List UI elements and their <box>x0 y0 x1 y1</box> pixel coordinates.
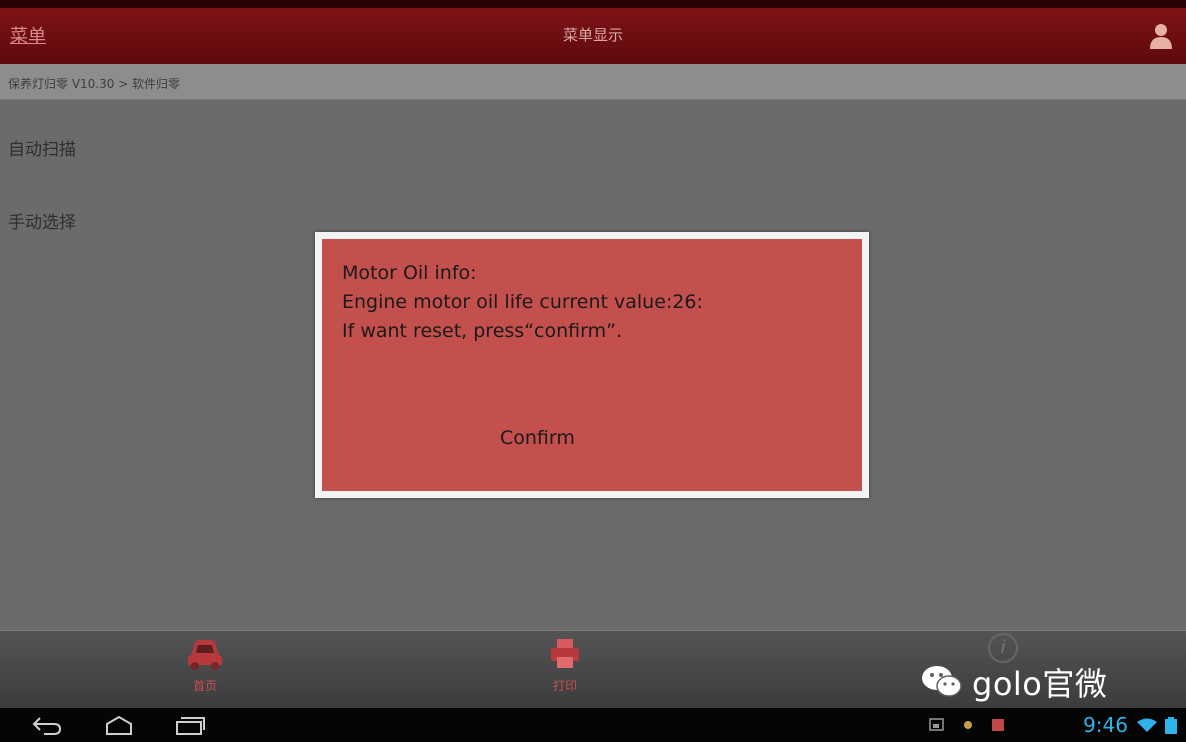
car-icon <box>188 640 222 670</box>
recent-apps-icon <box>176 717 205 735</box>
notification-status-icon <box>990 717 1006 737</box>
wifi-icon <box>1136 717 1158 737</box>
app-screen: 菜单 菜单显示 保养灯归零 V10.30 > 软件归零 自动扫描 手动选择 Mo… <box>0 0 1186 742</box>
menu-item-auto-scan[interactable]: 自动扫描 <box>8 135 76 160</box>
print-button[interactable]: 打印 <box>525 635 605 694</box>
dialog-line-1: Motor Oil info: <box>342 262 477 284</box>
home-icon <box>106 715 132 735</box>
wechat-icon <box>922 666 962 697</box>
system-nav-bar: 9:46 <box>0 708 1186 742</box>
home-nav-button[interactable] <box>103 714 135 740</box>
watermark-text: golo官微 <box>972 665 1108 703</box>
dialog-line-3: If want reset, press“confirm”. <box>342 320 622 342</box>
usb-status-icon <box>960 717 976 737</box>
back-icon <box>32 717 62 735</box>
oil-info-dialog: Motor Oil info: Engine motor oil life cu… <box>315 232 869 498</box>
clock: 9:46 <box>1083 713 1128 737</box>
watermark: golo官微 <box>920 660 1107 704</box>
back-button[interactable] <box>30 714 64 740</box>
breadcrumb: 保养灯归零 V10.30 > 软件归零 <box>0 64 1186 100</box>
app-header: 菜单 菜单显示 <box>0 0 1186 64</box>
screenshot-status-icon <box>928 717 946 737</box>
confirm-button[interactable]: Confirm <box>500 427 575 449</box>
battery-icon <box>1164 717 1178 739</box>
page-title: 菜单显示 <box>562 26 623 44</box>
home-label: 首页 <box>192 679 217 693</box>
user-icon[interactable] <box>1148 22 1174 50</box>
dialog-line-2: Engine motor oil life current value:26: <box>342 291 703 313</box>
dialog-body: Motor Oil info: Engine motor oil life cu… <box>322 239 862 491</box>
menu-item-manual-select[interactable]: 手动选择 <box>8 208 76 233</box>
printer-icon <box>551 639 579 668</box>
recent-apps-button[interactable] <box>173 714 207 740</box>
home-button[interactable]: 首页 <box>165 635 245 694</box>
print-label: 打印 <box>552 679 577 693</box>
